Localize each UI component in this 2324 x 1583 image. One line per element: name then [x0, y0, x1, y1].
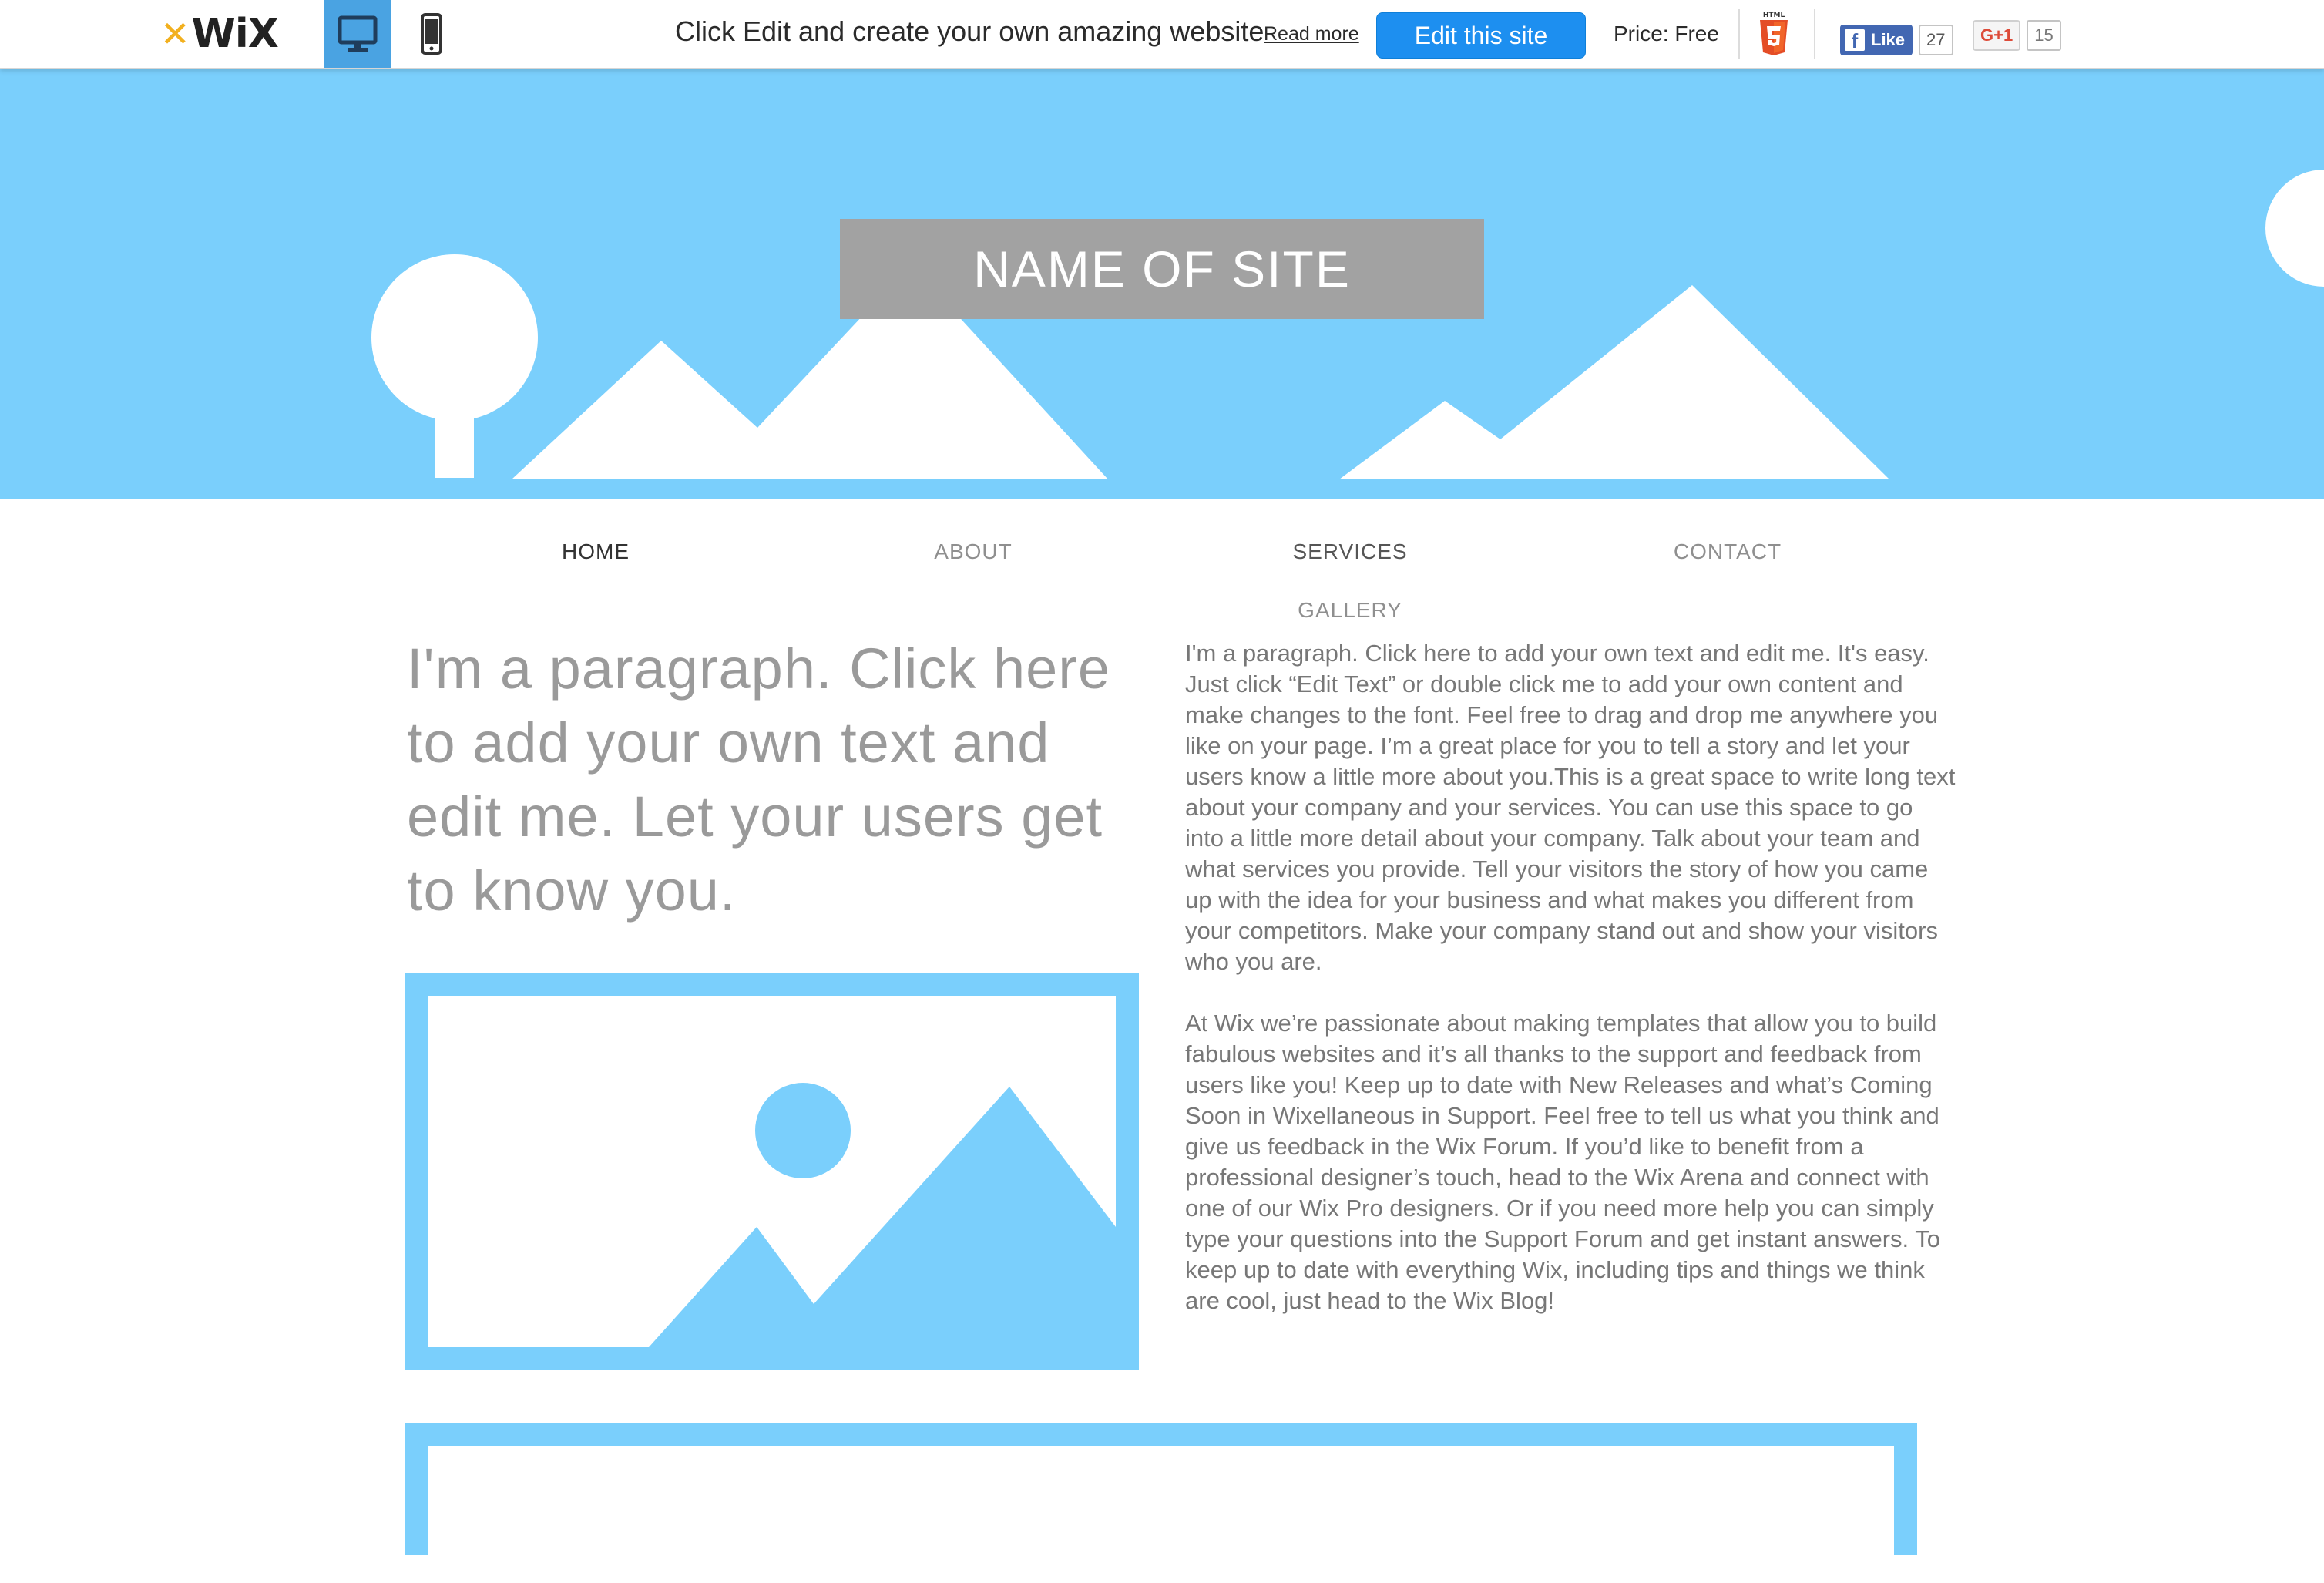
desktop-view-button[interactable] — [324, 0, 391, 68]
sun — [2265, 170, 2324, 287]
read-more-link[interactable]: Read more — [1264, 23, 1359, 45]
facebook-like-label: Like — [1871, 30, 1906, 49]
html5-icon: HTML — [1760, 12, 1788, 55]
header-banner: NAME OF SITE — [0, 69, 2324, 499]
mobile-view-button[interactable] — [398, 0, 465, 68]
wix-logo-icon: ✕ — [160, 13, 190, 55]
mobile-phone-icon — [421, 13, 442, 55]
facebook-like-count: 27 — [1919, 25, 1953, 55]
bottom-image-placeholder-inner — [428, 1446, 1894, 1555]
nav-home[interactable]: HOME — [562, 539, 630, 564]
nav-services[interactable]: SERVICES — [1292, 539, 1407, 564]
site-name[interactable]: NAME OF SITE — [840, 219, 1484, 319]
desktop-icon — [338, 15, 378, 52]
bottom-image-placeholder[interactable] — [405, 1423, 1917, 1555]
wix-top-bar: ✕ WiX Click Edit and create your own ama… — [0, 0, 2324, 69]
large-paragraph[interactable]: I'm a paragraph. Click here to add your … — [407, 632, 1139, 928]
nav-gallery[interactable]: GALLERY — [1298, 598, 1402, 623]
google-plus-count: 15 — [2027, 20, 2061, 51]
divider — [1814, 9, 1815, 59]
nav-about[interactable]: ABOUT — [934, 539, 1012, 564]
wix-logo-text: WiX — [191, 11, 279, 57]
facebook-like-widget[interactable]: f Like 27 — [1840, 25, 1953, 55]
nav-contact[interactable]: CONTACT — [1674, 539, 1782, 564]
tagline: Click Edit and create your own amazing w… — [675, 15, 1264, 47]
html5-badge-text: HTML — [1763, 12, 1785, 19]
price-label: Price: Free — [1614, 22, 1719, 45]
body-paragraph-2: At Wix we’re passionate about making tem… — [1185, 1010, 1940, 1314]
divider — [1738, 9, 1740, 59]
wix-logo[interactable]: ✕ WiX — [160, 11, 279, 57]
google-plus-widget[interactable]: G+1 15 — [1973, 20, 2061, 51]
facebook-like-button[interactable]: f Like — [1840, 25, 1913, 55]
body-paragraph-1: I'm a paragraph. Click here to add your … — [1185, 640, 1956, 975]
facebook-icon: f — [1845, 29, 1865, 51]
image-placeholder[interactable] — [405, 973, 1139, 1370]
image-placeholder-icon — [428, 996, 1116, 1347]
body-text[interactable]: I'm a paragraph. Click here to add your … — [1185, 638, 1956, 1347]
tree-trunk — [435, 378, 474, 478]
google-plus-button[interactable]: G+1 — [1973, 20, 2021, 51]
edit-this-site-button[interactable]: Edit this site — [1376, 12, 1586, 59]
